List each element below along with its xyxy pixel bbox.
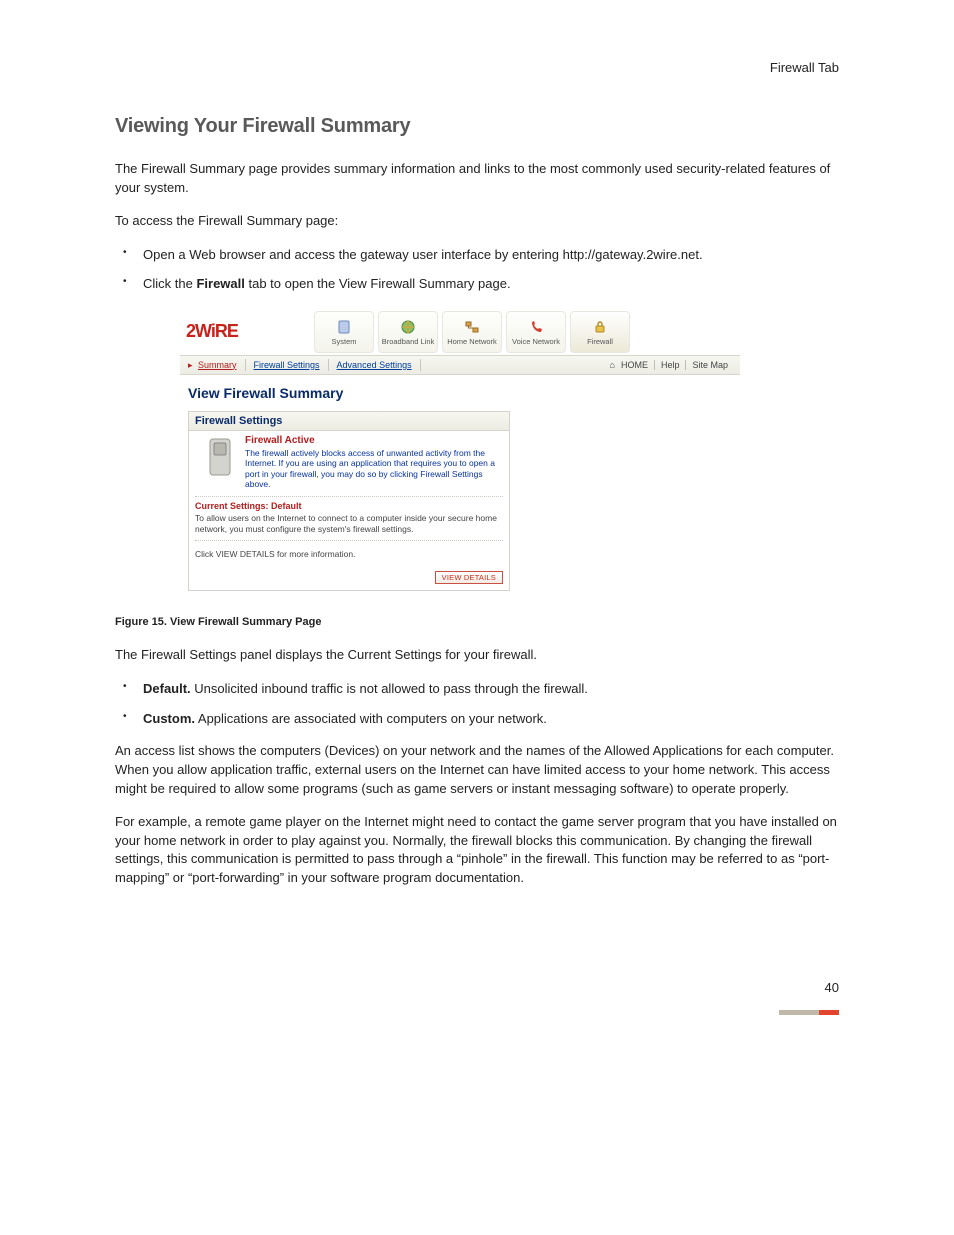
option-custom-rest: Applications are associated with compute… [195,711,547,726]
firewall-active-body: The firewall actively blocks access of u… [245,448,497,491]
firewall-settings-panel: Firewall Settings Firewall Active The fi… [188,411,510,592]
globe-icon [399,318,417,336]
subnav-right-links: ⌂ HOME Help Site Map [610,360,732,370]
nav-home-label: Home Network [447,338,497,346]
link-home[interactable]: HOME [621,360,648,370]
top-nav-bar: 2WiRE System Broadband Link Home Network [180,309,740,355]
access-steps-list: Open a Web browser and access the gatewa… [115,245,839,294]
nav-firewall-label: Firewall [587,338,613,346]
view-details-button[interactable]: VIEW DETAILS [435,571,503,584]
section-title: Viewing Your Firewall Summary [115,115,839,138]
nav-home-network[interactable]: Home Network [442,311,502,353]
subnav-advanced-settings[interactable]: Advanced Settings [337,360,412,370]
current-settings-body: To allow users on the Internet to connec… [195,513,503,534]
brand-logo-text: 2WiRE [186,321,238,342]
network-icon [463,318,481,336]
subnav-firewall-settings[interactable]: Firewall Settings [254,360,320,370]
access-list-paragraph: An access list shows the computers (Devi… [115,742,839,799]
nav-broadband-label: Broadband Link [382,338,435,346]
brand-logo[interactable]: 2WiRE [180,309,312,355]
nav-firewall[interactable]: Firewall [570,311,630,353]
nav-voice-network[interactable]: Voice Network [506,311,566,353]
subnav-summary[interactable]: Summary [198,360,237,370]
access-step-2-pre: Click the [143,276,196,291]
panel-header: Firewall Settings [189,412,509,431]
lock-icon [591,318,609,336]
nav-system-label: System [331,338,356,346]
home-icon: ⌂ [610,360,615,370]
option-custom: Custom. Applications are associated with… [115,709,839,729]
intro-paragraph: The Firewall Summary page provides summa… [115,160,839,198]
access-step-1: Open a Web browser and access the gatewa… [115,245,839,265]
firewall-device-icon [201,435,241,491]
subnav-separator [328,359,329,371]
page-footer-bar [779,1010,839,1015]
option-default-bold: Default. [143,681,191,696]
phone-icon [527,318,545,336]
firewall-active-title: Firewall Active [245,435,497,446]
figure-caption: Figure 15. View Firewall Summary Page [115,616,839,628]
current-settings-title: Current Settings: Default [195,501,503,511]
sub-nav-bar: Summary Firewall Settings Advanced Setti… [180,355,740,375]
option-custom-bold: Custom. [143,711,195,726]
link-sitemap[interactable]: Site Map [692,360,728,370]
nav-broadband[interactable]: Broadband Link [378,311,438,353]
nav-system[interactable]: System [314,311,374,353]
system-icon [335,318,353,336]
access-lead: To access the Firewall Summary page: [115,212,839,231]
option-default-rest: Unsolicited inbound traffic is not allow… [191,681,588,696]
subnav-separator [245,359,246,371]
page-title: View Firewall Summary [188,385,732,401]
after-figure-paragraph: The Firewall Settings panel displays the… [115,646,839,665]
subnav-separator [420,359,421,371]
settings-options-list: Default. Unsolicited inbound traffic is … [115,679,839,728]
link-help[interactable]: Help [661,360,680,370]
firewall-summary-screenshot: 2WiRE System Broadband Link Home Network [179,308,741,603]
example-paragraph: For example, a remote game player on the… [115,813,839,888]
access-step-2-bold: Firewall [196,276,244,291]
more-info-text: Click VIEW DETAILS for more information. [195,549,503,559]
nav-voice-label: Voice Network [512,338,560,346]
page-header-right: Firewall Tab [115,60,839,75]
access-step-2-post: tab to open the View Firewall Summary pa… [245,276,511,291]
page-number: 40 [825,980,839,995]
access-step-2: Click the Firewall tab to open the View … [115,274,839,294]
option-default: Default. Unsolicited inbound traffic is … [115,679,839,699]
